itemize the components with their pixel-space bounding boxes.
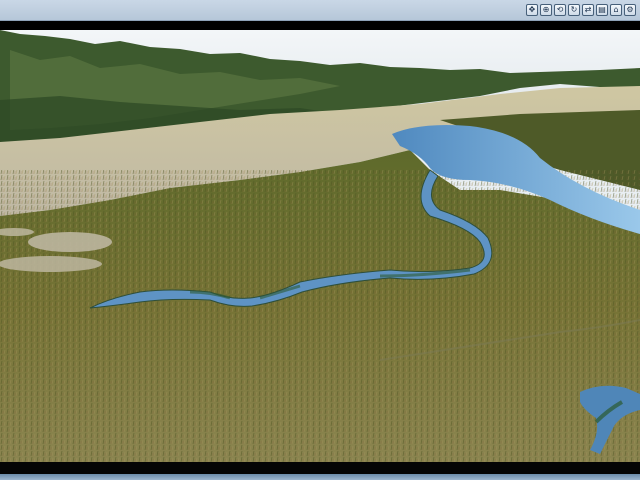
sand-patch xyxy=(28,232,112,252)
terrain-scene xyxy=(0,30,640,462)
move-icon[interactable]: ✥ xyxy=(526,4,538,16)
terrain-viewport[interactable] xyxy=(0,30,640,462)
reset-icon[interactable]: ⌂ xyxy=(610,4,622,16)
view-toolbar: ✥ ⊕ ⟲ ↻ ⇄ ▤ ⌂ ⚙ xyxy=(526,4,636,16)
marsh-texture xyxy=(0,170,640,462)
rotate-icon[interactable]: ↻ xyxy=(568,4,580,16)
sand-patch xyxy=(0,256,102,272)
zoom-icon[interactable]: ⊕ xyxy=(540,4,552,16)
taskbar-strip xyxy=(0,474,640,480)
window-titlebar: ✥ ⊕ ⟲ ↻ ⇄ ▤ ⌂ ⚙ xyxy=(0,0,640,21)
tilt-icon[interactable]: ⟲ xyxy=(554,4,566,16)
pan-icon[interactable]: ⇄ xyxy=(582,4,594,16)
settings-icon[interactable]: ⚙ xyxy=(624,4,636,16)
layers-icon[interactable]: ▤ xyxy=(596,4,608,16)
